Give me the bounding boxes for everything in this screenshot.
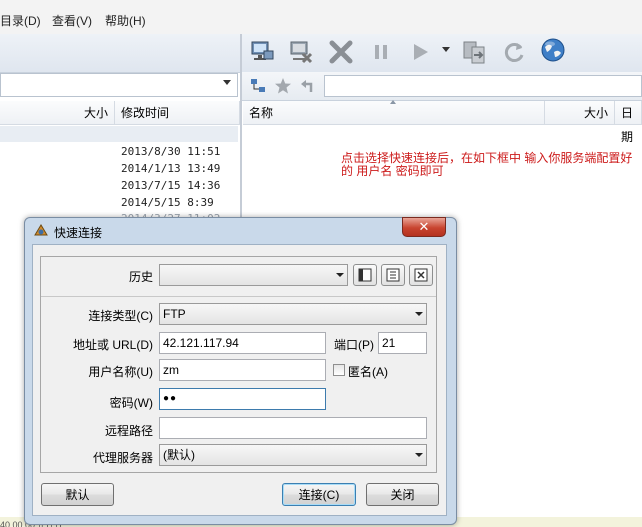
history-save-button[interactable] <box>381 264 405 286</box>
remote-path-field[interactable] <box>159 417 427 439</box>
close-button[interactable]: 关闭 <box>366 483 439 506</box>
dialog-app-icon <box>33 223 49 239</box>
default-button[interactable]: 默认 <box>41 483 114 506</box>
proxy-select[interactable]: (默认) <box>159 444 427 466</box>
left-col-size[interactable]: 大小 <box>0 101 115 125</box>
menu-help[interactable]: 帮助(H) <box>105 12 146 29</box>
chevron-down-icon <box>415 453 423 457</box>
group-row <box>0 126 238 142</box>
list-item-date: 2014/1/13 13:49 <box>121 162 221 175</box>
remote-path-input[interactable] <box>324 75 642 97</box>
globe-icon[interactable] <box>539 36 567 64</box>
right-col-date[interactable]: 日期 <box>615 101 642 144</box>
connect-icon[interactable] <box>248 38 276 66</box>
chevron-down-icon <box>336 273 344 277</box>
play-icon[interactable] <box>406 38 434 66</box>
up-folder-icon[interactable] <box>298 77 316 95</box>
connect-button[interactable]: 连接(C) <box>282 483 356 506</box>
site-list-icon <box>358 268 372 282</box>
play-dropdown-icon[interactable] <box>442 47 450 52</box>
disconnect-icon[interactable] <box>287 38 315 66</box>
pause-icon[interactable] <box>367 38 395 66</box>
hint-annotation: 点击选择快速连接后，在如下框中 输入你服务端配置好的 用户名 密码即可 <box>341 151 633 178</box>
list-item-date: 2014/5/15 8:39 <box>121 196 214 209</box>
directory-tree-icon[interactable] <box>249 77 267 95</box>
favorite-star-icon[interactable] <box>274 77 292 95</box>
address-input[interactable]: 42.121.117.94 <box>159 332 326 354</box>
local-path-combo[interactable] <box>0 73 238 97</box>
menu-bar <box>0 0 642 35</box>
left-toolbar <box>0 34 240 73</box>
save-icon <box>386 268 400 282</box>
sort-up-icon <box>390 100 396 104</box>
history-label: 历史 <box>128 270 153 284</box>
history-delete-button[interactable] <box>409 264 433 286</box>
conn-type-label: 连接类型(C) <box>88 309 153 323</box>
right-col-name[interactable]: 名称 <box>243 101 545 125</box>
port-label: 端口(P) <box>334 338 374 352</box>
remote-path-label: 远程路径 <box>104 424 153 438</box>
menu-view[interactable]: 查看(V) <box>52 12 92 29</box>
chevron-down-icon <box>415 312 423 316</box>
transfer-icon[interactable] <box>460 38 488 66</box>
history-manage-button[interactable] <box>353 264 377 286</box>
username-input[interactable]: zm <box>159 359 326 381</box>
conn-type-select[interactable]: FTP <box>159 303 427 325</box>
right-col-size[interactable]: 大小 <box>545 101 615 125</box>
password-input[interactable]: ●● <box>159 388 326 410</box>
proxy-label: 代理服务器 <box>92 451 153 465</box>
delete-icon <box>414 268 428 282</box>
chevron-down-icon <box>223 80 231 85</box>
port-input[interactable]: 21 <box>378 332 427 354</box>
dialog-title: 快速连接 <box>54 226 103 240</box>
anonymous-label: 匿名(A) <box>348 365 388 379</box>
history-combo[interactable] <box>159 264 348 286</box>
list-item-date: 2013/7/15 14:36 <box>121 179 221 192</box>
stop-icon[interactable] <box>327 38 355 66</box>
menu-catalog[interactable]: 目录(D) <box>0 12 41 29</box>
divider <box>41 296 436 297</box>
address-label: 地址或 URL(D) <box>73 338 153 352</box>
left-col-modified[interactable]: 修改时间 <box>115 101 240 125</box>
username-label: 用户名称(U) <box>88 365 153 379</box>
anonymous-checkbox[interactable] <box>333 364 345 376</box>
refresh-icon[interactable] <box>500 38 528 66</box>
list-item-date: 2013/8/30 11:51 <box>121 145 221 158</box>
close-icon[interactable]: ✕ <box>402 217 446 237</box>
password-label: 密码(W) <box>109 396 153 410</box>
